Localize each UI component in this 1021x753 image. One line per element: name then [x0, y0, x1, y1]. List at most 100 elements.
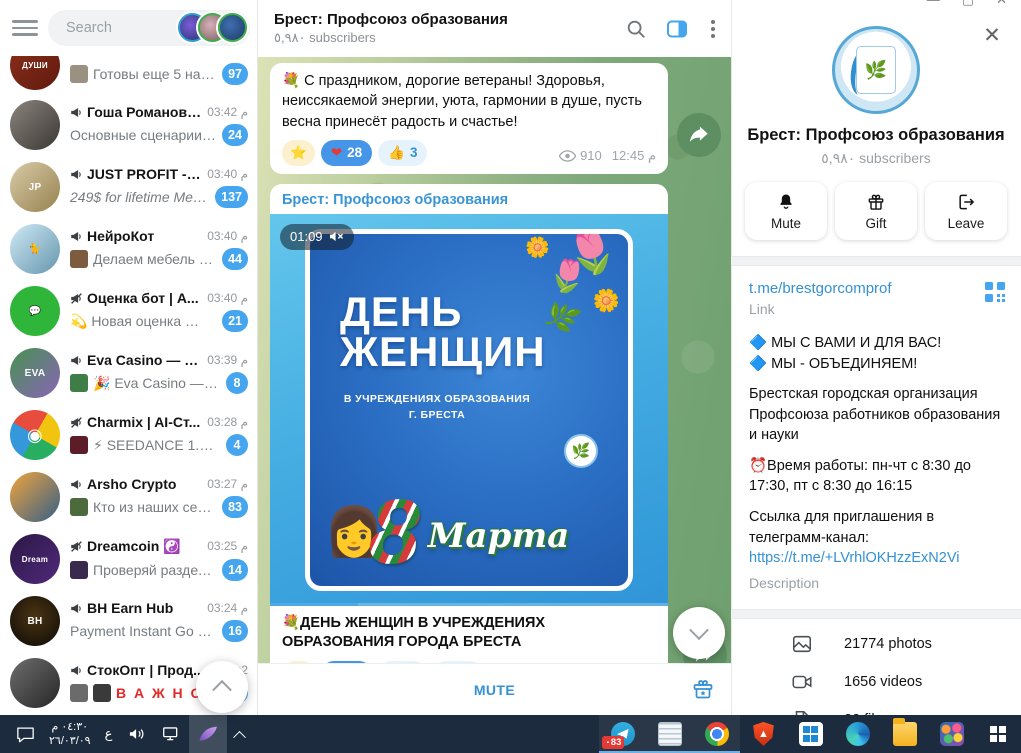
feather-app-icon[interactable]	[189, 715, 228, 753]
leave-button[interactable]: Leave	[925, 182, 1007, 240]
taskbar-app-brave[interactable]: ▲	[740, 715, 787, 753]
chat-header[interactable]: Брест: Профсоюз образования ٥,٩٨٠ subscr…	[258, 0, 731, 57]
close-panel-icon[interactable]: ✕	[979, 22, 1005, 48]
chat-list-item[interactable]: ◉ Charmix | AI-Ст... 03:28 م ⚡ SEEDANCE 1.5…	[0, 404, 258, 466]
chrome-icon	[704, 722, 729, 746]
taskbar-app-telegram[interactable]: ٠83	[599, 715, 646, 753]
chat-list-item[interactable]: 🐈 НейроКот 03:40 م Делаем мебель на … 44	[0, 218, 258, 280]
unread-badge: 44	[222, 248, 248, 270]
more-menu-icon[interactable]	[707, 16, 719, 42]
brave-icon: ▲	[752, 722, 776, 746]
unread-badge: 83	[222, 496, 248, 518]
chat-list-item[interactable]: 💬 Оценка бот | А... 03:40 م 💫 Новая оценка …	[0, 280, 258, 342]
menu-hamburger-icon[interactable]	[12, 18, 38, 38]
window-minimize-button[interactable]: —	[927, 0, 940, 8]
preview-thumbnail	[70, 374, 88, 392]
chat-list-item[interactable]: ДУШИДУШИГотовы еще 5 набо...97	[0, 56, 258, 94]
taskbar-app-store[interactable]	[787, 715, 834, 753]
chat-time: 03:40 م	[207, 167, 248, 181]
chat-avatar	[10, 658, 60, 708]
chat-list-item[interactable]: BH BH Earn Hub 03:24 م Payment Instant Go G…	[0, 590, 258, 652]
action-center-icon[interactable]	[8, 715, 43, 753]
video-progress-bar[interactable]	[270, 602, 668, 606]
taskbar-clock[interactable]: ٠٤:٣٠ م ٢٦/٠٣/٠٩	[43, 720, 97, 749]
scroll-to-bottom-button[interactable]	[673, 607, 725, 659]
chat-title: Брест: Профсоюз образования	[274, 11, 508, 28]
mute-button[interactable]: MUTE	[474, 682, 515, 698]
preview-thumbnail	[70, 250, 88, 268]
message-caption: 💐ДЕНЬ ЖЕНЩИН В УЧРЕЖДЕНИЯХ ОБРАЗОВАНИЯ Г…	[282, 614, 546, 651]
section-divider	[731, 608, 1021, 619]
chat-preview: Основные сценарии, к...	[70, 127, 217, 143]
notepad-icon	[657, 722, 682, 746]
video-poster: 🌷 🌷 🌼 🌼 🌿 ДЕНЬ ЖЕНЩИН В УЧРЕЖДЕНИЯХ ОБРА…	[305, 228, 633, 591]
search-input[interactable]	[64, 19, 164, 37]
chat-time: 03:39 م	[207, 353, 248, 367]
chat-preview: Кто из наших сейча...	[70, 498, 216, 516]
gift-button[interactable]: Gift	[835, 182, 917, 240]
channel-link[interactable]: t.me/brestgorcomprof	[749, 280, 1003, 297]
organization-logo: 🌿	[564, 433, 598, 468]
channel-info-panel: — ▢ ✕ ✕ 🌿 Брест: Профсоюз образования ٥,…	[731, 0, 1021, 715]
story-avatar[interactable]	[218, 13, 247, 42]
hidden-icons-chevron[interactable]	[227, 715, 252, 753]
volume-icon[interactable]	[120, 715, 154, 753]
network-icon[interactable]	[154, 715, 189, 753]
taskbar-app-chrome[interactable]	[693, 715, 740, 753]
taskbar-app-game[interactable]	[928, 715, 975, 753]
scroll-to-top-button[interactable]	[196, 661, 248, 713]
message-bubble[interactable]: Брест: Профсоюз образования 01:09 🌷 🌷 🌼	[270, 183, 668, 664]
chat-list-item[interactable]: Гоша Романов … 03:42 م Основные сценарии, …	[0, 94, 258, 156]
link-row[interactable]: t.me/brestgorcomprof Link	[731, 266, 1021, 323]
reaction-pill[interactable]: ⭐	[282, 139, 315, 166]
chat-list-item[interactable]: EVA Eva Casino — оф... 03:39 م 🎉 Eva Casino…	[0, 342, 258, 404]
telegram-desktop-screen: ДУШИДУШИГотовы еще 5 набо...97Гоша Роман…	[0, 0, 1021, 753]
language-indicator[interactable]: ع	[97, 715, 121, 753]
reaction-pill[interactable]: 👍 3	[378, 139, 428, 166]
gift-icon	[866, 192, 886, 212]
chat-preview: Проверяй раздел с …	[70, 560, 216, 579]
reaction-emoji: 👍	[388, 144, 405, 160]
chat-avatar: ◉	[10, 410, 60, 460]
daisy-flower-icon: 🌼	[592, 287, 620, 313]
reaction-count: 3	[409, 145, 418, 161]
reaction-pill[interactable]: ❤ 28	[320, 139, 373, 166]
stories-cluster[interactable]	[178, 13, 247, 42]
message-bubble[interactable]: 💐 С праздником, дорогие ветераны! Здоров…	[270, 63, 668, 174]
topics-panel-icon[interactable]	[665, 17, 689, 41]
search-icon[interactable]	[625, 18, 647, 40]
march-8-lettering: 8 Марта	[368, 481, 570, 584]
preview-thumbnail	[70, 498, 88, 516]
chat-column: Брест: Профсоюз образования ٥,٩٨٠ subscr…	[258, 0, 731, 715]
media-stat-row[interactable]: 1656 videos	[731, 663, 1021, 701]
video-player[interactable]: 01:09 🌷 🌷 🌼 🌼 🌿 ДЕНЬ ЖЕНЩИН В УЧРЕЖДЕНИЯ…	[270, 213, 668, 606]
unread-badge: 4	[226, 434, 248, 456]
media-stat-row[interactable]: 22 files	[731, 701, 1021, 715]
daisy-flower-icon: 🌼	[525, 236, 550, 259]
chat-preview: Payment Instant Go Go ...	[70, 623, 217, 639]
window-maximize-button[interactable]: ▢	[962, 0, 974, 8]
chat-list-item[interactable]: Arsho Crypto 03:27 م Кто из наших сейча...…	[0, 466, 258, 528]
qr-code-icon[interactable]	[985, 282, 1005, 302]
invite-link[interactable]: https://t.me/+LVrhlOKHzzExN2Vi	[749, 548, 1003, 569]
taskbar-app-notepad[interactable]	[646, 715, 693, 753]
gift-icon[interactable]	[691, 677, 715, 701]
channel-megaphone-icon	[71, 665, 81, 675]
share-button[interactable]	[677, 113, 721, 157]
start-button[interactable]	[975, 715, 1021, 753]
chat-title: НейроКот	[70, 228, 201, 244]
channel-avatar[interactable]: 🌿	[832, 26, 920, 114]
taskbar-app-edge[interactable]	[834, 715, 881, 753]
window-close-button[interactable]: ✕	[996, 0, 1007, 8]
chat-time: 03:24 م	[207, 601, 248, 615]
clock-date: ٢٦/٠٣/٠٩	[49, 735, 91, 747]
action-label: Leave	[947, 215, 985, 231]
taskbar-app-explorer[interactable]	[881, 715, 928, 753]
mute-button[interactable]: Mute	[745, 182, 827, 240]
chat-list-item[interactable]: Dream Dreamcoin ☯️ 03:25 م Проверяй раздел …	[0, 528, 258, 590]
media-stat-row[interactable]: 21774 photos	[731, 625, 1021, 663]
message-time: م 12:45	[611, 147, 656, 163]
chat-list-item[interactable]: JP JUST PROFIT - ₿ 03:40 م 249$ for lifetim…	[0, 156, 258, 218]
channel-description: 🔷 МЫ С ВАМИ И ДЛЯ ВАС! 🔷 МЫ - ОБЪЕДИНЯЕМ!…	[731, 323, 1021, 571]
search-bar[interactable]	[48, 10, 250, 46]
